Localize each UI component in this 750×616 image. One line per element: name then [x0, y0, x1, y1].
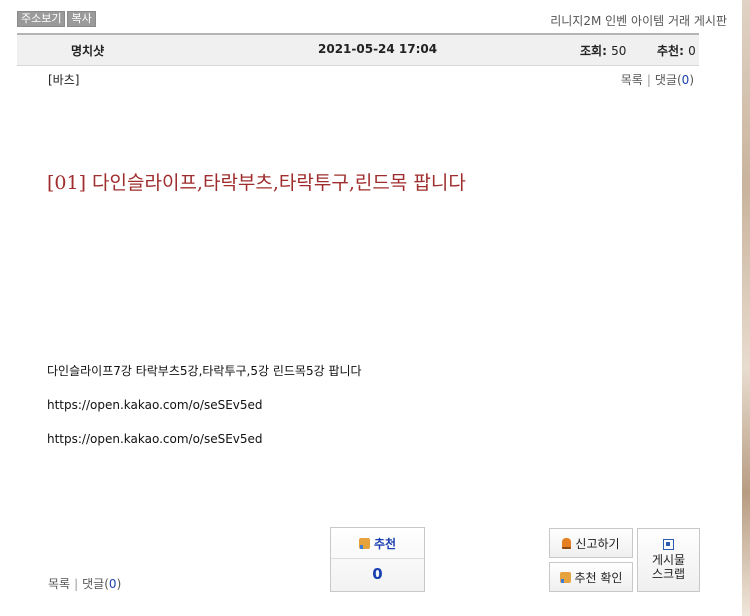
scrap-button[interactable]: 게시물 스크랩: [637, 528, 700, 592]
thumbs-up-icon: [559, 571, 571, 583]
comments-link[interactable]: 댓글(0): [82, 577, 121, 591]
views-count: 50: [611, 44, 627, 58]
report-button-label: 신고하기: [575, 536, 620, 551]
address-view-button[interactable]: 주소보기: [17, 11, 66, 27]
comments-link[interactable]: 댓글(0): [655, 73, 694, 87]
post-date: 2021-05-24 17:04: [318, 42, 438, 56]
body-link[interactable]: https://open.kakao.com/o/seSEv5ed: [47, 431, 362, 447]
top-links: 목록 | 댓글(0): [621, 71, 694, 88]
comments-close-paren: ): [116, 577, 122, 591]
bottom-links: 목록 | 댓글(0): [48, 575, 121, 592]
recommend-button-count: 0: [372, 565, 383, 583]
post-category: [바츠]: [48, 73, 80, 87]
link-separator: |: [646, 73, 651, 87]
recommend-button[interactable]: 추천 0: [330, 527, 425, 592]
recommend-label: 추천:: [657, 44, 684, 58]
background-photo-edge: [742, 0, 750, 616]
body-line: 다인슬라이프7강 타락부츠5강,타락투구,5강 린드목5강 팝니다: [47, 364, 362, 378]
post-views: 조회: 50: [580, 42, 626, 59]
list-link[interactable]: 목록: [48, 577, 70, 591]
report-button[interactable]: 신고하기: [549, 528, 633, 558]
recommend-check-label: 추천 확인: [574, 570, 623, 585]
recommend-check-button[interactable]: 추천 확인: [549, 562, 633, 592]
views-label: 조회:: [580, 44, 607, 58]
scrap-label-line1: 게시물: [651, 553, 686, 567]
recommend-button-header: 추천: [331, 528, 424, 559]
copy-button[interactable]: 복사: [67, 11, 96, 27]
recommend-count: 0: [688, 44, 696, 58]
comments-label: 댓글: [82, 577, 105, 591]
post-recommend: 추천: 0: [657, 42, 696, 59]
comments-count: 0: [108, 577, 117, 591]
list-link[interactable]: 목록: [621, 73, 643, 87]
address-toolbar: 주소보기 복사: [17, 11, 96, 27]
link-separator: |: [74, 577, 79, 591]
body-link[interactable]: https://open.kakao.com/o/seSEv5ed: [47, 397, 362, 413]
post-body: 다인슬라이프7강 타락부츠5강,타락투구,5강 린드목5강 팝니다 https:…: [47, 363, 362, 465]
board-title[interactable]: 리니지2M 인벤 아이템 거래 게시판: [550, 12, 727, 29]
post-title: [01] 다인슬라이프,타락부츠,타락투구,린드목 팝니다: [47, 172, 466, 194]
recommend-button-label: 추천: [373, 536, 397, 551]
post-author[interactable]: 명치샷: [71, 42, 104, 59]
thumbs-up-icon: [358, 537, 370, 549]
scrap-icon: [663, 539, 674, 550]
comments-close-paren: ): [689, 73, 694, 87]
comments-label: 댓글: [654, 73, 677, 87]
post-info-bar: 명치샷 2021-05-24 17:04 조회: 50 추천: 0: [17, 33, 699, 66]
bell-icon: [562, 537, 572, 549]
scrap-label-line2: 스크랩: [651, 567, 686, 581]
